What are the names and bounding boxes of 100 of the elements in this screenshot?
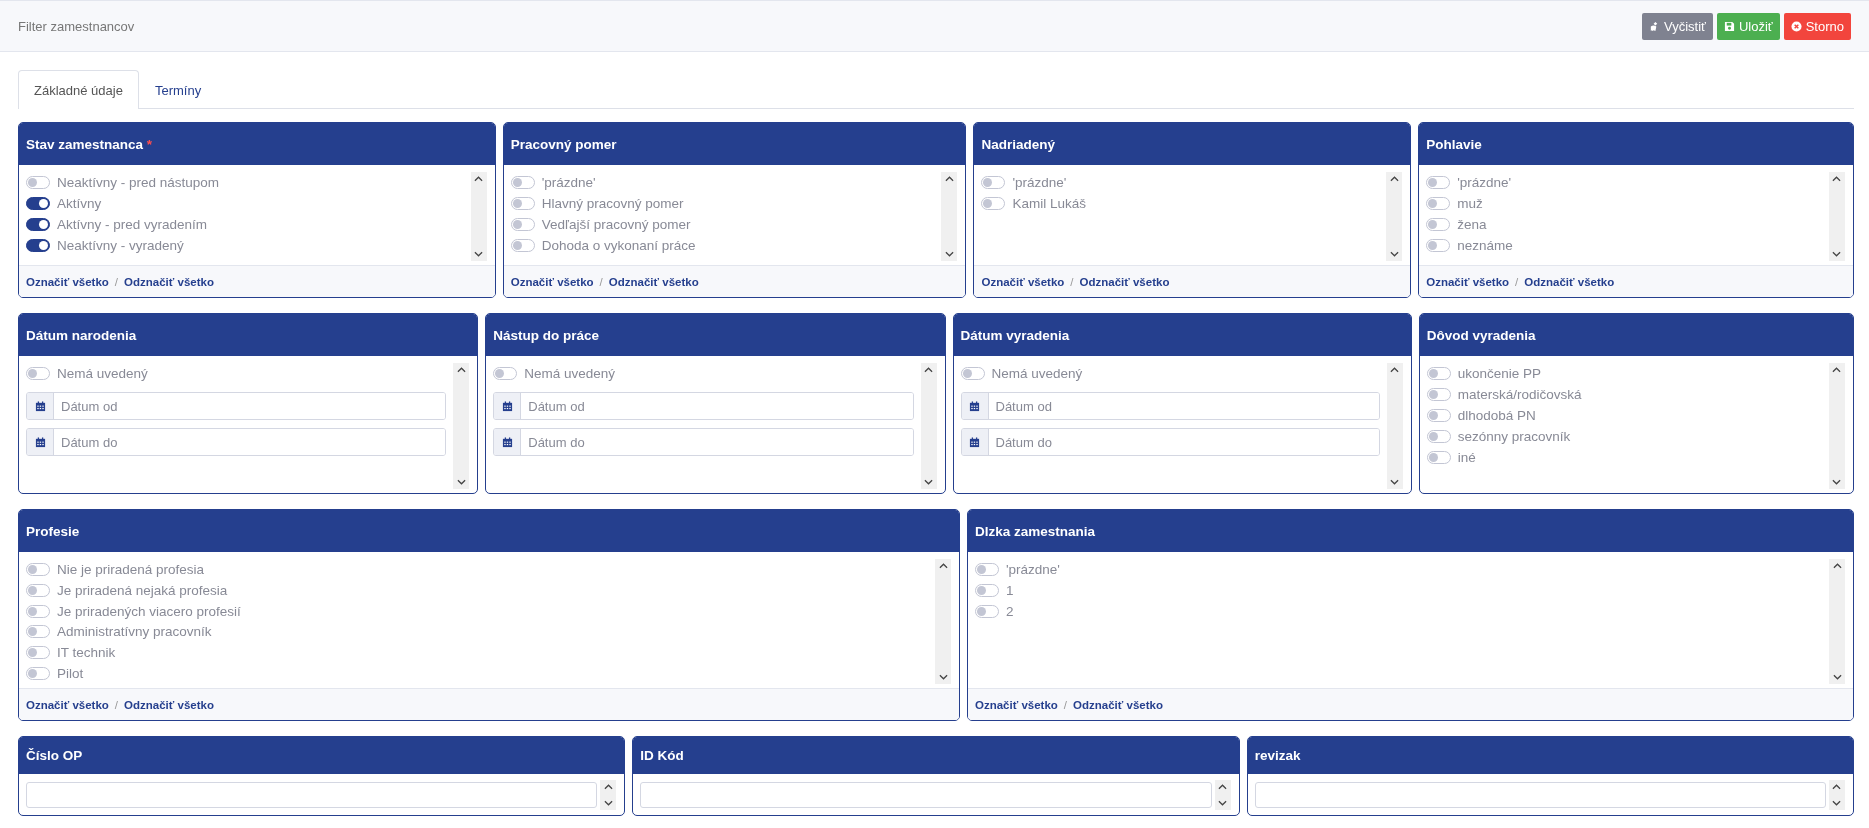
number-spinner[interactable] — [600, 780, 617, 810]
option-label: materská/rodičovská — [1457, 387, 1582, 402]
option-label: neznáme — [1457, 238, 1513, 253]
chevron-down-icon — [938, 674, 948, 680]
scrollbar[interactable] — [935, 559, 951, 684]
card-title: Dátum vyradenia — [960, 327, 1070, 343]
date-field[interactable]: Dátum do — [26, 428, 447, 456]
card-title: Dlzka zamestnania — [975, 523, 1096, 539]
select-all-link[interactable]: Označiť všetko — [26, 275, 109, 288]
chevron-up-icon — [1832, 563, 1842, 569]
clear-button[interactable]: Vyčistiť — [1641, 12, 1713, 40]
option-label: Neaktívny - pred nástupom — [57, 175, 220, 190]
close-icon — [1790, 20, 1802, 32]
separator: / — [1515, 275, 1519, 288]
option-label: 1 — [1006, 583, 1014, 598]
card-title: Stav zamestnanca * — [26, 136, 153, 152]
option-label: 'prázdne' — [1006, 562, 1060, 577]
calendar-icon — [34, 400, 46, 412]
chevron-up-icon — [1389, 176, 1399, 182]
card-title: Nadriadený — [981, 136, 1055, 152]
chevron-up-icon — [1832, 784, 1842, 790]
date-field[interactable]: Dátum od — [493, 392, 914, 420]
chevron-up-icon — [456, 367, 466, 373]
option-label: sezónny pracovník — [1457, 429, 1571, 444]
calendar-icon — [969, 400, 980, 412]
option-label: iné — [1457, 450, 1476, 465]
chevron-down-icon — [603, 800, 613, 806]
chevron-down-icon — [1832, 251, 1842, 257]
option-label: dlhodobá PN — [1457, 408, 1536, 423]
card-title: Pohlavie — [1426, 136, 1482, 152]
toggle-switch[interactable] — [26, 197, 50, 210]
select-all-link[interactable]: Označiť všetko — [26, 698, 109, 711]
date-field[interactable]: Dátum od — [960, 392, 1380, 420]
card-title: ID Kód — [640, 748, 684, 763]
chevron-down-icon — [1390, 479, 1400, 485]
chevron-up-icon — [1390, 367, 1400, 373]
option-label: Aktívny - pred vyradením — [57, 217, 208, 232]
page-title: Filter zamestnancov — [18, 18, 135, 34]
scrollbar[interactable] — [470, 172, 487, 261]
chevron-down-icon — [474, 251, 484, 257]
card-title: Profesie — [26, 523, 80, 539]
deselect-all-link[interactable]: Odznačiť všetko — [124, 698, 214, 711]
card-title: Dôvod vyradenia — [1426, 327, 1536, 343]
card-title: Nástup do práce — [493, 327, 600, 343]
scrollbar[interactable] — [1386, 172, 1403, 261]
input-field[interactable] — [1254, 782, 1826, 808]
select-all-link[interactable]: Označiť všetko — [1426, 275, 1510, 288]
scrollbar[interactable] — [1386, 363, 1403, 489]
chevron-down-icon — [1832, 800, 1842, 806]
chevron-down-icon — [1832, 479, 1842, 485]
select-all-link[interactable]: Označiť všetko — [975, 698, 1058, 711]
option-label: Dohoda o vykonaní práce — [541, 238, 696, 253]
card-title: revizak — [1254, 748, 1301, 763]
separator: / — [114, 698, 119, 711]
number-spinner[interactable] — [1214, 780, 1231, 810]
scrollbar[interactable] — [941, 172, 958, 261]
select-all-link[interactable]: Označiť všetko — [510, 275, 594, 288]
chevron-up-icon — [474, 176, 484, 182]
deselect-all-link[interactable]: Odznačiť všetko — [608, 275, 699, 288]
chevron-down-icon — [924, 479, 933, 485]
number-spinner[interactable] — [1829, 780, 1845, 810]
option-label: 'prázdne' — [1012, 175, 1067, 190]
option-label: muž — [1457, 196, 1483, 211]
card-title: Pracovný pomer — [510, 136, 617, 152]
date-field[interactable]: Dátum do — [493, 428, 914, 456]
tab[interactable]: Základné údaje — [18, 70, 139, 109]
scrollbar[interactable] — [920, 363, 937, 489]
input-field[interactable] — [26, 782, 598, 808]
deselect-all-link[interactable]: Odznačiť všetko — [1524, 275, 1615, 288]
separator: / — [1070, 275, 1074, 288]
chevron-up-icon — [938, 563, 948, 569]
option-label: Nemá uvedený — [524, 366, 616, 381]
tab[interactable]: Termíny — [138, 70, 218, 109]
scrollbar[interactable] — [1829, 363, 1845, 489]
deselect-all-link[interactable]: Odznačiť všetko — [1073, 698, 1163, 711]
scrollbar[interactable] — [1829, 172, 1845, 261]
scrollbar[interactable] — [1829, 559, 1845, 684]
option-label: Je priradená nejaká profesia — [57, 582, 228, 598]
date-field[interactable]: Dátum do — [960, 428, 1380, 456]
card-title: Číslo OP — [26, 748, 83, 763]
deselect-all-link[interactable]: Odznačiť všetko — [1079, 275, 1170, 288]
option-label: 'prázdne' — [1457, 175, 1512, 190]
chevron-up-icon — [924, 367, 933, 373]
toggle-switch[interactable] — [26, 239, 50, 252]
chevron-down-icon — [1832, 674, 1842, 680]
select-all-link[interactable]: Označiť všetko — [981, 275, 1065, 288]
deselect-all-link[interactable]: Odznačiť všetko — [124, 275, 214, 288]
date-field[interactable]: Dátum od — [26, 392, 447, 420]
option-label: Kamil Lukáš — [1012, 196, 1086, 211]
cancel-button[interactable]: Storno — [1783, 12, 1851, 40]
scrollbar[interactable] — [453, 363, 470, 489]
option-label: Nie je priradená profesia — [57, 561, 205, 577]
calendar-icon — [501, 400, 513, 412]
option-label: Administratívny pracovník — [57, 624, 212, 640]
calendar-icon — [501, 436, 513, 448]
toggle-switch[interactable] — [26, 218, 50, 231]
chevron-up-icon — [1832, 367, 1842, 373]
chevron-up-icon — [1832, 176, 1842, 182]
calendar-icon — [34, 436, 46, 448]
input-field[interactable] — [640, 782, 1212, 808]
